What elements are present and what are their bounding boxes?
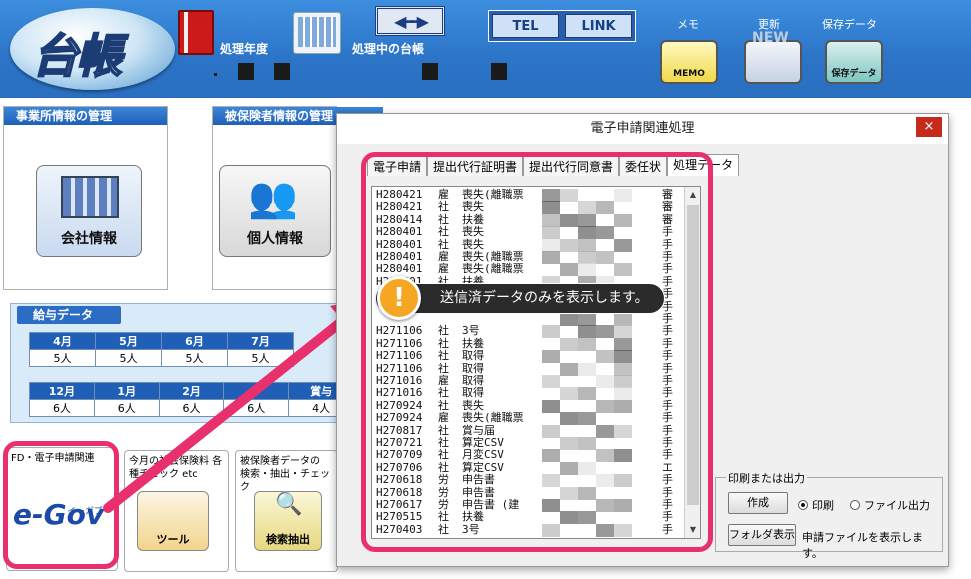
tooltip-text: 送信済データのみを表示します。 <box>440 290 649 306</box>
highlight-egov <box>3 441 119 569</box>
count-cell[interactable]: 5人 <box>29 349 96 367</box>
personal-info-button[interactable]: 👥 個人情報 <box>219 165 331 257</box>
redacted-text <box>238 63 254 80</box>
book-icon[interactable] <box>178 10 214 55</box>
double-arrow-icon: ◀━━▶ <box>394 11 429 31</box>
link-button[interactable]: LINK <box>565 14 632 38</box>
search-extract-button[interactable]: 🔍 検索抽出 <box>254 491 322 551</box>
tel-button[interactable]: TEL <box>492 14 559 38</box>
update-button[interactable]: NEW <box>744 30 802 84</box>
toolbox-icon: 保存データ <box>831 69 877 79</box>
print-output-group: 印刷または出力 作成 印刷 ファイル出力 フォルダ表示 申請ファイルを表示します… <box>715 470 943 560</box>
radio-file-output[interactable]: ファイル出力 <box>850 497 930 513</box>
contact-buttons: TEL LINK <box>488 10 636 42</box>
create-button[interactable]: 作成 <box>728 492 788 514</box>
count-cell[interactable]: 6人 <box>93 399 160 417</box>
search-extract-label: 検索抽出 <box>266 533 310 546</box>
month-cell: 6月 <box>161 332 228 350</box>
redacted-text <box>422 63 438 80</box>
insured-panel: 被保険者情報の管理 👥 個人情報 <box>212 106 383 290</box>
payroll-table-top: 4月 5月 6月 7月 5人 5人 5人 5人 <box>29 332 294 367</box>
memo-button[interactable]: MEMO <box>660 40 718 84</box>
radio-file-icon <box>850 500 860 510</box>
year-label: 処理年度 <box>220 42 269 56</box>
warning-icon: ! <box>377 276 421 320</box>
count-cell[interactable]: 5人 <box>161 349 228 367</box>
folder-view-button[interactable]: フォルダ表示 <box>728 524 796 546</box>
switch-ledger-button[interactable]: ◀━━▶ <box>375 6 445 36</box>
close-button[interactable]: × <box>916 117 942 137</box>
people-icon: 👥 <box>248 175 298 221</box>
count-cell[interactable]: 6人 <box>158 399 225 417</box>
payroll-header: 給与データ <box>17 306 121 324</box>
premium-caption: 今月の社会保険料 各種チェック etc <box>129 456 223 480</box>
app-logo: 台帳 <box>10 8 175 90</box>
company-panel: 事業所情報の管理 会社情報 <box>3 106 168 290</box>
month-cell: 5月 <box>95 332 162 350</box>
redacted-text <box>491 63 507 80</box>
company-info-label: 会社情報 <box>61 231 117 247</box>
premium-check-card[interactable]: 今月の社会保険料 各種チェック etc ツール <box>124 450 229 572</box>
month-cell: 4月 <box>29 332 96 350</box>
payroll-panel: 給与データ 4月 5月 6月 7月 5人 5人 5人 5人 12月 1月 2月 … <box>10 303 355 423</box>
month-cell: 7月 <box>227 332 294 350</box>
tool-button[interactable]: ツール <box>137 491 209 551</box>
print-group-label: 印刷または出力 <box>726 470 807 486</box>
save-data-button[interactable]: 保存データ <box>825 40 883 84</box>
top-bar: 台帳 処理年度 処理中の台帳 ◀━━▶ TEL LINK メモ MEMO 更新 … <box>0 0 971 98</box>
current-ledger-label: 処理中の台帳 <box>352 42 425 56</box>
payroll-table-bottom: 12月 1月 2月 賞与 6人 6人 6人 6人 4人 <box>29 382 354 417</box>
month-cell: 2月 <box>158 382 225 400</box>
month-cell <box>223 382 290 400</box>
month-cell: 12月 <box>29 382 95 400</box>
radio-print-icon <box>798 500 808 510</box>
radio-file-label: ファイル出力 <box>864 499 930 512</box>
personal-info-label: 個人情報 <box>247 231 303 247</box>
magnifier-icon: 🔍 <box>275 492 303 517</box>
memo-label: メモ <box>677 18 699 31</box>
company-panel-header: 事業所情報の管理 <box>4 107 167 125</box>
tool-label: ツール <box>156 533 190 546</box>
company-info-button[interactable]: 会社情報 <box>36 165 142 257</box>
redacted-text <box>214 73 217 76</box>
save-data-label: 保存データ <box>822 18 877 31</box>
memo-icon: MEMO <box>673 69 705 79</box>
month-cell: 1月 <box>93 382 160 400</box>
radio-print-label: 印刷 <box>812 499 834 512</box>
folder-hint: 申請ファイルを表示します。 <box>802 531 923 560</box>
search-caption: 被保険者データの 検索・抽出・チェック <box>240 456 330 493</box>
new-icon: NEW <box>752 30 789 46</box>
calendar-icon[interactable] <box>293 12 341 54</box>
count-cell[interactable]: 5人 <box>227 349 294 367</box>
logo-text: 台帳 <box>31 28 123 84</box>
radio-print[interactable]: 印刷 <box>798 497 834 513</box>
search-card[interactable]: 被保険者データの 検索・抽出・チェック 🔍 検索抽出 <box>235 450 338 572</box>
redacted-text <box>274 63 290 80</box>
count-cell[interactable]: 5人 <box>95 349 162 367</box>
highlight-list <box>361 152 713 552</box>
dialog-title: 電子申請関連処理 <box>337 114 948 144</box>
count-cell[interactable]: 6人 <box>29 399 95 417</box>
building-icon <box>61 176 119 218</box>
count-cell[interactable]: 6人 <box>223 399 290 417</box>
